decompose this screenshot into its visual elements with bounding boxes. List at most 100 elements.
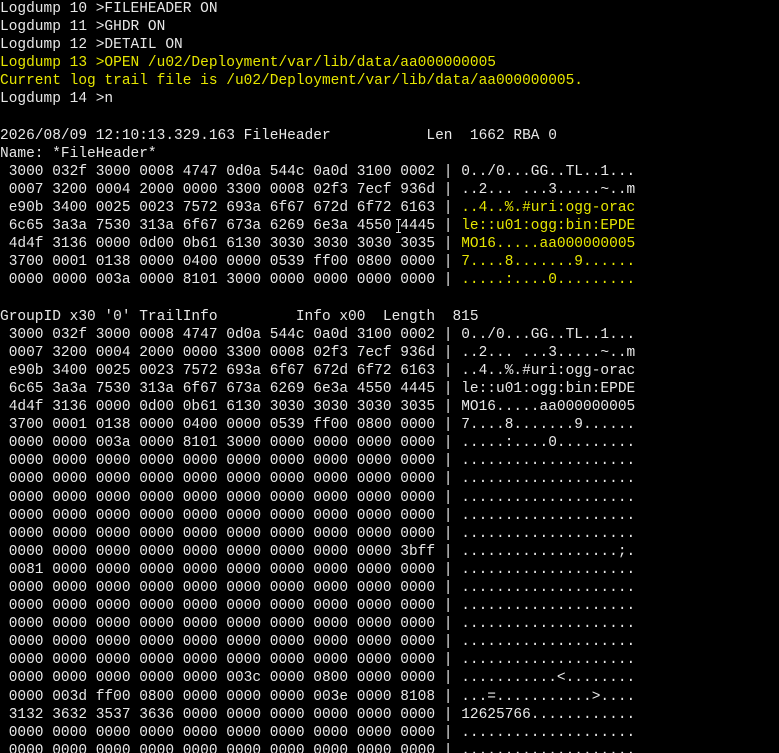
column-separator: |: [443, 272, 453, 289]
column-separator: |: [443, 236, 453, 253]
hex-row: 0000 0000 0000 0000 0000 0000 0000 0000 …: [0, 543, 779, 561]
hex-row: 0000 0000 0000 0000 0000 0000 0000 0000 …: [0, 724, 779, 742]
hex-row: 0000 0000 0000 0000 0000 0000 0000 0000 …: [0, 452, 779, 470]
ascii-bytes: .....:....0.........: [461, 435, 636, 452]
column-separator: |: [443, 489, 453, 506]
column-separator: |: [443, 163, 453, 180]
column-separator: |: [443, 580, 453, 596]
hex-row: 0000 0000 0000 0000 0000 0000 0000 0000 …: [0, 615, 779, 633]
hex-bytes: 0000 0000 0000 0000 0000 0000 0000 0000 …: [0, 489, 436, 506]
hex-row: 3000 032f 3000 0008 4747 0d0a 544c 0a0d …: [0, 163, 779, 181]
hex-bytes: 3700 0001 0138 0000 0400 0000 0539 ff00 …: [0, 417, 436, 434]
ascii-bytes: ..4..%.#uri:ogg-orac: [461, 362, 636, 379]
column-separator: |: [443, 200, 453, 217]
hex-row: 0000 0000 0000 0000 0000 0000 0000 0000 …: [0, 651, 779, 669]
hex-row: 0000 003d ff00 0800 0000 0000 0000 003e …: [0, 688, 779, 706]
hex-row: 0081 0000 0000 0000 0000 0000 0000 0000 …: [0, 561, 779, 579]
column-separator: |: [443, 543, 453, 560]
column-separator: |: [443, 616, 453, 633]
hex-row: 0000 0000 0000 0000 0000 0000 0000 0000 …: [0, 507, 779, 525]
hex-bytes: 0007 3200 0004 2000 0000 3300 0008 02f3 …: [0, 181, 436, 198]
hex-bytes: 0000 0000 0000 0000 0000 0000 0000 0000 …: [0, 742, 436, 753]
ascii-bytes: ....................: [461, 507, 636, 524]
column-separator: |: [443, 670, 453, 687]
ascii-bytes: ....................: [461, 525, 636, 542]
hex-bytes: 6c65 3a3a 7530 313a 6f67 673a 6269 6e3a …: [0, 380, 436, 397]
hex-bytes: 0000 003d ff00 0800 0000 0000 0000 003e …: [0, 688, 436, 705]
ascii-bytes: ....................: [461, 652, 636, 669]
ascii-bytes: ..2... ...3.....~..m: [461, 344, 636, 361]
ascii-bytes: ..4..%.#uri:ogg-orac: [461, 200, 636, 217]
ascii-bytes: ....................: [461, 724, 636, 741]
column-separator: |: [443, 525, 453, 542]
hex-bytes: e90b 3400 0025 0023 7572 693a 6f67 672d …: [0, 362, 436, 379]
hex-bytes: 4d4f 3136 0000 0d00 0b61 6130 3030 3030 …: [0, 399, 436, 416]
hex-row: 0000 0000 0000 0000 0000 0000 0000 0000 …: [0, 525, 779, 543]
command-line: Logdump 13 >OPEN /u02/Deployment/var/lib…: [0, 55, 496, 72]
hex-row: 3000 032f 3000 0008 4747 0d0a 544c 0a0d …: [0, 326, 779, 344]
ascii-bytes: MO16.....aa000000005: [461, 236, 636, 253]
column-separator: |: [443, 561, 453, 578]
column-separator: |: [443, 453, 453, 470]
hex-row: 0000 0000 0000 0000 0000 003c 0000 0800 …: [0, 669, 779, 687]
hex-bytes: 0000 0000 0000 0000 0000 0000 0000 0000 …: [0, 598, 436, 615]
column-separator: |: [443, 399, 453, 416]
ascii-bytes: ....................: [461, 453, 636, 470]
ascii-bytes: 0../0...GG..TL..1...: [461, 326, 636, 343]
terminal-window[interactable]: Logdump 10 >FILEHEADER ON Logdump 11 >GHD…: [0, 0, 779, 753]
column-separator: |: [443, 254, 453, 271]
column-separator: |: [443, 706, 453, 723]
column-separator: |: [443, 181, 453, 198]
group-hex-dump: 3000 032f 3000 0008 4747 0d0a 544c 0a0d …: [0, 326, 779, 753]
ascii-bytes: ....................: [461, 471, 636, 488]
hex-row: 3700 0001 0138 0000 0400 0000 0539 ff00 …: [0, 253, 779, 271]
column-separator: |: [443, 380, 453, 397]
hex-bytes: 3132 3632 3537 3636 0000 0000 0000 0000 …: [0, 706, 436, 723]
hex-bytes: 0000 0000 0000 0000 0000 0000 0000 0000 …: [0, 471, 436, 488]
ascii-bytes: ....................: [461, 634, 636, 651]
column-separator: |: [443, 326, 453, 343]
command-line: Logdump 11 >GHDR ON: [0, 19, 166, 36]
command-line: Logdump 10 >FILEHEADER ON: [0, 1, 218, 17]
ascii-bytes: le::u01:ogg:bin:EPDE: [461, 218, 636, 235]
column-separator: |: [443, 362, 453, 379]
ascii-bytes: MO16.....aa000000005: [461, 399, 636, 416]
hex-bytes: 0000 0000 0000 0000 0000 0000 0000 0000 …: [0, 616, 436, 633]
hex-bytes: 0000 0000 0000 0000 0000 0000 0000 0000 …: [0, 724, 436, 741]
hex-row: 0000 0000 0000 0000 0000 0000 0000 0000 …: [0, 579, 779, 597]
column-separator: |: [443, 218, 453, 235]
command-line: Logdump 12 >DETAIL ON: [0, 37, 183, 54]
column-separator: |: [443, 598, 453, 615]
column-separator: |: [443, 471, 453, 488]
hex-bytes: 0000 0000 0000 0000 0000 0000 0000 0000 …: [0, 453, 436, 470]
hex-row: 4d4f 3136 0000 0d00 0b61 6130 3030 3030 …: [0, 235, 779, 253]
column-separator: |: [443, 507, 453, 524]
hex-bytes: 6c65 3a3a 7530 313a 6f67 673a 6269 6e3a …: [0, 218, 436, 235]
hex-bytes: 0000 0000 0000 0000 0000 0000 0000 0000 …: [0, 580, 436, 596]
hex-bytes: 4d4f 3136 0000 0d00 0b61 6130 3030 3030 …: [0, 236, 436, 253]
command-history: Logdump 10 >FILEHEADER ON Logdump 11 >GHD…: [0, 0, 779, 109]
command-line: Current log trail file is /u02/Deploymen…: [0, 73, 583, 90]
file-header-title: 2026/08/09 12:10:13.329.163 FileHeader L…: [0, 127, 557, 144]
hex-bytes: 3000 032f 3000 0008 4747 0d0a 544c 0a0d …: [0, 326, 436, 343]
hex-bytes: 0000 0000 0000 0000 0000 0000 0000 0000 …: [0, 652, 436, 669]
column-separator: |: [443, 435, 453, 452]
ascii-bytes: ....................: [461, 489, 636, 506]
hex-bytes: 3000 032f 3000 0008 4747 0d0a 544c 0a0d …: [0, 163, 436, 180]
ascii-bytes: .....:....0.........: [461, 272, 636, 289]
hex-bytes: 0000 0000 0000 0000 0000 0000 0000 0000 …: [0, 634, 436, 651]
hex-row: e90b 3400 0025 0023 7572 693a 6f67 672d …: [0, 362, 779, 380]
hex-bytes: 0000 0000 0000 0000 0000 0000 0000 0000 …: [0, 525, 436, 542]
hex-bytes: 0000 0000 003a 0000 8101 3000 0000 0000 …: [0, 435, 436, 452]
file-header-name: Name: *FileHeader*: [0, 145, 157, 162]
hex-row: 6c65 3a3a 7530 313a 6f67 673a 6269 6e3a …: [0, 380, 779, 398]
column-separator: |: [443, 688, 453, 705]
ascii-bytes: ....................: [461, 561, 636, 578]
hex-bytes: 3700 0001 0138 0000 0400 0000 0539 ff00 …: [0, 254, 436, 271]
column-separator: |: [443, 742, 453, 753]
hex-row: 0007 3200 0004 2000 0000 3300 0008 02f3 …: [0, 181, 779, 199]
ascii-bytes: ...........<........: [461, 670, 636, 687]
hex-bytes: 0000 0000 0000 0000 0000 0000 0000 0000 …: [0, 543, 436, 560]
